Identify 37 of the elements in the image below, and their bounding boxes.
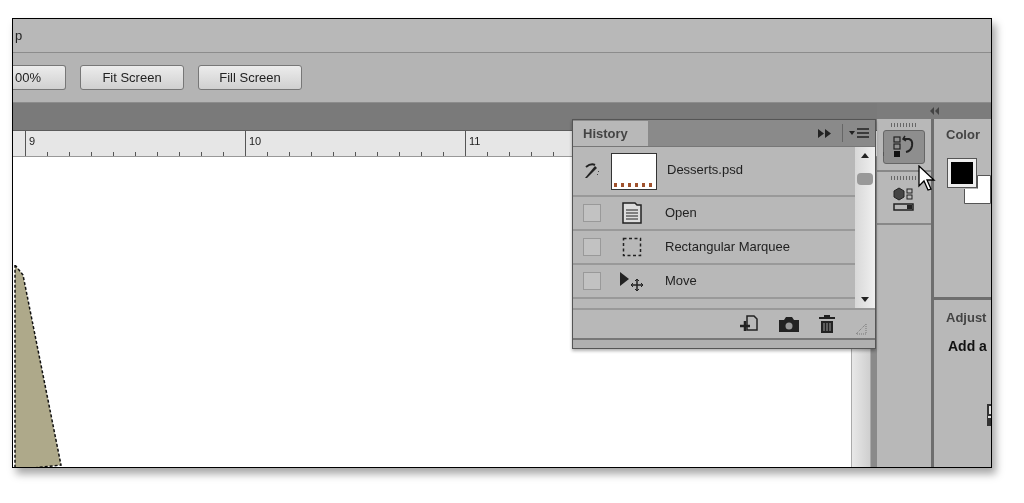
scroll-thumb[interactable] (857, 173, 873, 185)
ruler-label: 10 (249, 134, 262, 149)
cube-panel-icon (892, 187, 916, 213)
zoom-button[interactable]: 00% (13, 65, 66, 90)
new-document-icon[interactable] (739, 315, 759, 333)
panel-tab[interactable]: Color (946, 125, 980, 145)
history-icon (892, 135, 916, 159)
ruler-label: 11 (469, 134, 481, 149)
resize-grip-icon[interactable] (855, 323, 867, 335)
document-icon (619, 202, 645, 224)
trash-icon[interactable] (819, 315, 835, 333)
background-swatch[interactable] (977, 175, 991, 204)
mouse-pointer-icon (918, 165, 936, 191)
zoom-button[interactable]: Fill Screen (198, 65, 302, 90)
expand-icon[interactable] (818, 129, 832, 138)
camera-icon[interactable] (779, 316, 799, 332)
ruler-label: 9 (29, 134, 36, 149)
history-state[interactable]: Rectangular Marquee (573, 231, 855, 265)
move-tool-icon (619, 271, 645, 291)
snapshot-checkbox[interactable] (583, 204, 601, 222)
history-state[interactable]: Open (573, 197, 855, 231)
panel-tab[interactable]: Adjust (946, 308, 987, 328)
panel-text: Add a (948, 337, 987, 356)
foreground-swatch[interactable] (948, 159, 976, 187)
panel-tab[interactable]: History (573, 121, 648, 146)
menu-item[interactable]: p (15, 25, 23, 46)
history-button[interactable] (883, 130, 925, 164)
snapshot-label[interactable]: Desserts.psd (667, 160, 743, 180)
scroll-down-icon[interactable] (861, 297, 869, 302)
snapshot-checkbox[interactable] (583, 272, 601, 290)
history-brush-icon[interactable] (583, 162, 601, 180)
zoom-button[interactable]: Fit Screen (80, 65, 184, 90)
scroll-up-icon[interactable] (861, 153, 869, 158)
snapshot-checkbox[interactable] (583, 238, 601, 256)
panel-menu-icon[interactable] (849, 128, 869, 139)
snapshot-thumbnail[interactable] (611, 152, 657, 190)
history-state[interactable]: Move (573, 265, 855, 299)
